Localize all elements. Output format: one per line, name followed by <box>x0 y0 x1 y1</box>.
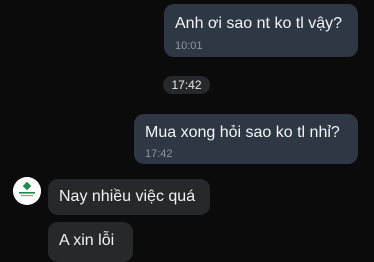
message-text: Nay nhiều việc quá <box>59 188 196 205</box>
message-timestamp: 17:42 <box>145 148 173 160</box>
sender-avatar[interactable] <box>13 177 41 205</box>
message-text: A xin lỗi <box>59 232 115 249</box>
shop-logo-icon <box>13 177 41 205</box>
message-bubble-incoming[interactable]: A xin lỗi <box>48 222 133 262</box>
message-text: Anh ơi sao nt ko tl vậy? <box>175 15 343 32</box>
time-separator: 17:42 <box>163 76 210 94</box>
message-bubble-outgoing[interactable]: Mua xong hỏi sao ko tl nhỉ? 17:42 <box>134 114 358 164</box>
message-bubble-outgoing[interactable]: Anh ơi sao nt ko tl vậy? 10:01 <box>164 4 358 57</box>
message-bubble-incoming[interactable]: Nay nhiều việc quá <box>48 179 210 215</box>
message-timestamp: 10:01 <box>175 40 203 52</box>
message-text: Mua xong hỏi sao ko tl nhỉ? <box>145 124 340 141</box>
